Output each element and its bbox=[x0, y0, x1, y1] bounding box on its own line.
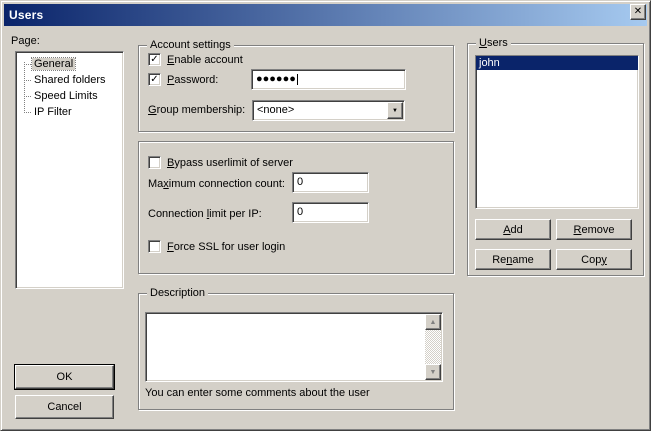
remove-button[interactable]: Remove bbox=[556, 219, 632, 240]
users-group: Users john Add Remove Rename Copy bbox=[467, 43, 644, 276]
password-checkbox[interactable]: ✓ Password: bbox=[148, 73, 218, 86]
checkbox-checked-icon[interactable]: ✓ bbox=[148, 53, 161, 66]
connection-limit-input[interactable]: 0 bbox=[292, 202, 369, 223]
checkbox-unchecked-icon[interactable] bbox=[148, 240, 161, 253]
description-textarea[interactable]: ▲ ▼ bbox=[145, 312, 443, 382]
scroll-down-button[interactable]: ▼ bbox=[425, 364, 441, 380]
tree-item-shared-folders[interactable]: Shared folders bbox=[16, 72, 123, 88]
account-settings-title: Account settings bbox=[147, 39, 234, 51]
arrow-up-icon: ▲ bbox=[430, 319, 437, 326]
cancel-button[interactable]: Cancel bbox=[15, 395, 114, 419]
checkbox-unchecked-icon[interactable] bbox=[148, 156, 161, 169]
account-settings-group: Account settings ✓ Enable account ✓ Pass… bbox=[138, 45, 454, 132]
tree-item-ip-filter[interactable]: IP Filter bbox=[16, 104, 123, 120]
description-group: Description ▲ ▼ You can enter some comme… bbox=[138, 293, 454, 410]
force-ssl-checkbox[interactable]: Force SSL for user login bbox=[148, 240, 285, 253]
users-group-title: Users bbox=[476, 37, 511, 49]
page-tree[interactable]: General Shared folders Speed Limits IP F… bbox=[15, 51, 124, 289]
user-list-item[interactable]: john bbox=[476, 56, 638, 70]
dropdown-button[interactable]: ▼ bbox=[387, 102, 403, 119]
text-caret bbox=[297, 74, 298, 85]
ok-button[interactable]: OK bbox=[15, 365, 114, 389]
tree-item-general[interactable]: General bbox=[16, 56, 123, 72]
arrow-down-icon: ▼ bbox=[430, 369, 437, 376]
group-membership-dropdown[interactable]: <none> ▼ bbox=[252, 100, 405, 121]
bypass-userlimit-checkbox[interactable]: Bypass userlimit of server bbox=[148, 156, 293, 169]
close-icon: ✕ bbox=[634, 7, 642, 17]
dropdown-value: <none> bbox=[257, 104, 294, 116]
users-dialog: Users ✕ Page: General Shared folders Spe… bbox=[0, 0, 651, 431]
chevron-down-icon: ▼ bbox=[392, 108, 398, 114]
window-title: Users bbox=[9, 8, 43, 22]
connection-limit-label: Connection limit per IP: bbox=[148, 208, 262, 220]
rename-button[interactable]: Rename bbox=[475, 249, 551, 270]
checkbox-checked-icon[interactable]: ✓ bbox=[148, 73, 161, 86]
close-button[interactable]: ✕ bbox=[630, 4, 646, 20]
tree-item-speed-limits[interactable]: Speed Limits bbox=[16, 88, 123, 104]
scroll-up-button[interactable]: ▲ bbox=[425, 314, 441, 330]
max-connection-input[interactable]: 0 bbox=[292, 172, 369, 193]
description-title: Description bbox=[147, 287, 208, 299]
description-hint: You can enter some comments about the us… bbox=[145, 387, 370, 399]
password-input[interactable]: ●●●●●● bbox=[251, 69, 406, 90]
limits-group: Bypass userlimit of server Maximum conne… bbox=[138, 141, 454, 274]
title-bar[interactable]: Users bbox=[4, 4, 647, 26]
page-label: Page: bbox=[11, 35, 40, 47]
add-button[interactable]: Add bbox=[475, 219, 551, 240]
copy-button[interactable]: Copy bbox=[556, 249, 632, 270]
group-membership-label: Group membership: bbox=[148, 104, 245, 116]
vertical-scrollbar[interactable]: ▲ ▼ bbox=[425, 314, 441, 380]
max-connection-label: Maximum connection count: bbox=[148, 178, 285, 190]
users-listbox[interactable]: john bbox=[475, 55, 639, 209]
enable-account-checkbox[interactable]: ✓ Enable account bbox=[148, 53, 243, 66]
